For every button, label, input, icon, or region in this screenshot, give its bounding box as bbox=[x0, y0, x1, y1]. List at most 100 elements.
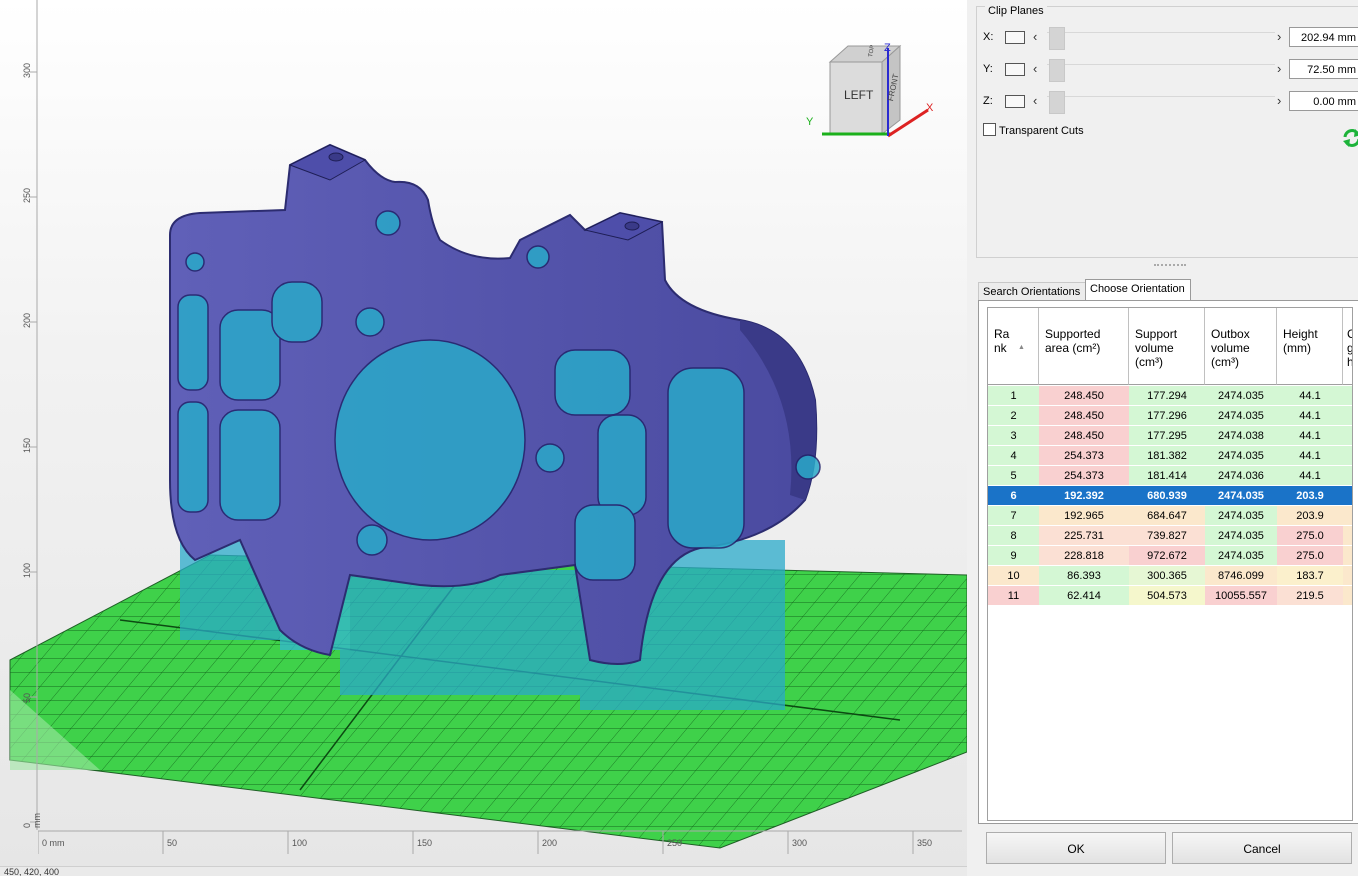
column-header-outbox-volume[interactable]: Outbox volume (cm³) bbox=[1205, 308, 1277, 385]
column-header-rank[interactable]: Ra nk bbox=[988, 308, 1039, 385]
cell-support-volume: 177.294 bbox=[1129, 386, 1205, 406]
cell-height: 44.1 bbox=[1277, 446, 1343, 466]
clip-slider-track[interactable] bbox=[1047, 64, 1275, 77]
cell-rank: 10 bbox=[988, 566, 1039, 586]
cell-truncated bbox=[1343, 546, 1352, 566]
clip-enable-checkbox[interactable] bbox=[1005, 63, 1025, 76]
clip-planes-group: Clip Planes X: ‹ › 202.94 mm Y: ‹ › 72.5… bbox=[976, 5, 1358, 258]
axis-label-x: X bbox=[926, 102, 934, 114]
orientation-table[interactable]: Ra nk ▲ Supported area (cm²) Support vol… bbox=[987, 307, 1353, 821]
tab-search-orientations[interactable]: Search Orientations bbox=[978, 282, 1088, 301]
ruler-label: 0 mm bbox=[42, 838, 65, 848]
ruler-label: 150 bbox=[22, 437, 32, 453]
ruler-label: 100 bbox=[292, 838, 308, 848]
cell-outbox-volume: 2474.035 bbox=[1205, 446, 1277, 466]
clip-slider-thumb[interactable] bbox=[1049, 59, 1065, 82]
table-row[interactable]: 1 248.450 177.294 2474.035 44.1 bbox=[988, 386, 1352, 406]
ruler-label: 200 bbox=[542, 838, 558, 848]
clip-slider-track[interactable] bbox=[1047, 96, 1275, 109]
cell-rank: 5 bbox=[988, 466, 1039, 486]
checkbox-box[interactable] bbox=[983, 123, 996, 136]
cell-rank: 6 bbox=[988, 486, 1039, 506]
cell-supported-area: 192.392 bbox=[1039, 486, 1129, 506]
ruler-label: 50 bbox=[167, 838, 178, 848]
chevron-left-icon[interactable]: ‹ bbox=[1033, 61, 1037, 76]
cancel-button[interactable]: Cancel bbox=[1172, 832, 1352, 864]
axis-label-z: Z bbox=[884, 42, 891, 54]
cell-support-volume: 181.414 bbox=[1129, 466, 1205, 486]
column-header-support-volume[interactable]: Support volume (cm³) bbox=[1129, 308, 1205, 385]
table-row[interactable]: 3 248.450 177.295 2474.038 44.1 bbox=[988, 426, 1352, 446]
right-panel: Clip Planes X: ‹ › 202.94 mm Y: ‹ › 72.5… bbox=[970, 0, 1358, 876]
cell-supported-area: 192.965 bbox=[1039, 506, 1129, 526]
cell-height: 275.0 bbox=[1277, 546, 1343, 566]
ruler-label: 250 bbox=[667, 838, 683, 848]
ok-button[interactable]: OK bbox=[986, 832, 1166, 864]
3d-viewport[interactable]: LEFT FRONT TOP Y X Z 300 250 200 150 100… bbox=[0, 0, 967, 876]
cell-truncated bbox=[1343, 506, 1352, 526]
refresh-icon[interactable] bbox=[1341, 127, 1358, 149]
cell-supported-area: 228.818 bbox=[1039, 546, 1129, 566]
vertical-ruler: 300 250 200 150 100 50 0 mm bbox=[10, 0, 42, 830]
cell-support-volume: 684.647 bbox=[1129, 506, 1205, 526]
transparent-cuts-label: Transparent Cuts bbox=[999, 125, 1084, 137]
table-row[interactable]: 10 86.393 300.365 8746.099 183.7 bbox=[988, 566, 1352, 586]
cell-rank: 2 bbox=[988, 406, 1039, 426]
clip-slider-track[interactable] bbox=[1047, 32, 1275, 45]
clip-slider-thumb[interactable] bbox=[1049, 27, 1065, 50]
ruler-label: 0 mm bbox=[22, 813, 42, 828]
table-row[interactable]: 2 248.450 177.296 2474.035 44.1 bbox=[988, 406, 1352, 426]
cell-truncated bbox=[1343, 466, 1352, 486]
clip-value-field[interactable]: 72.50 mm bbox=[1289, 59, 1358, 79]
tab-choose-orientation[interactable]: Choose Orientation bbox=[1085, 279, 1191, 301]
clip-enable-checkbox[interactable] bbox=[1005, 31, 1025, 44]
clip-value-field[interactable]: 0.00 mm bbox=[1289, 91, 1358, 111]
cell-rank: 9 bbox=[988, 546, 1039, 566]
cell-height: 183.7 bbox=[1277, 566, 1343, 586]
ruler-label: 300 bbox=[792, 838, 808, 848]
cell-outbox-volume: 2474.035 bbox=[1205, 486, 1277, 506]
cell-supported-area: 86.393 bbox=[1039, 566, 1129, 586]
cell-supported-area: 254.373 bbox=[1039, 446, 1129, 466]
cube-face-left[interactable]: LEFT bbox=[844, 88, 873, 102]
chevron-right-icon[interactable]: › bbox=[1277, 29, 1281, 44]
table-row[interactable]: 4 254.373 181.382 2474.035 44.1 bbox=[988, 446, 1352, 466]
column-header-supported-area[interactable]: Supported area (cm²) bbox=[1039, 308, 1129, 385]
clip-slider-thumb[interactable] bbox=[1049, 91, 1065, 114]
clip-enable-checkbox[interactable] bbox=[1005, 95, 1025, 108]
chevron-left-icon[interactable]: ‹ bbox=[1033, 93, 1037, 108]
clip-value-field[interactable]: 202.94 mm bbox=[1289, 27, 1358, 47]
cell-truncated bbox=[1343, 526, 1352, 546]
column-header-truncated[interactable]: C g h bbox=[1343, 308, 1352, 385]
horizontal-ruler: 0 mm 50 100 150 200 250 300 350 bbox=[38, 830, 962, 858]
chevron-right-icon[interactable]: › bbox=[1277, 61, 1281, 76]
cell-truncated bbox=[1343, 426, 1352, 446]
cell-outbox-volume: 2474.035 bbox=[1205, 526, 1277, 546]
column-header-height[interactable]: Height (mm) bbox=[1277, 308, 1343, 385]
splitter-handle[interactable] bbox=[1154, 264, 1186, 270]
chevron-left-icon[interactable]: ‹ bbox=[1033, 29, 1037, 44]
clip-planes-title: Clip Planes bbox=[985, 5, 1047, 17]
cell-height: 44.1 bbox=[1277, 386, 1343, 406]
sort-ascending-icon: ▲ bbox=[1018, 344, 1025, 351]
table-row[interactable]: 11 62.414 504.573 10055.557 219.5 bbox=[988, 586, 1352, 606]
cell-truncated bbox=[1343, 386, 1352, 406]
table-row[interactable]: 5 254.373 181.414 2474.036 44.1 bbox=[988, 466, 1352, 486]
table-row[interactable]: 6 192.392 680.939 2474.035 203.9 bbox=[988, 486, 1352, 506]
chevron-right-icon[interactable]: › bbox=[1277, 93, 1281, 108]
transparent-cuts-checkbox[interactable]: Transparent Cuts bbox=[983, 123, 1084, 137]
cell-support-volume: 300.365 bbox=[1129, 566, 1205, 586]
clip-row-x: X: ‹ › 202.94 mm bbox=[977, 27, 1358, 50]
table-row[interactable]: 7 192.965 684.647 2474.035 203.9 bbox=[988, 506, 1352, 526]
cell-support-volume: 504.573 bbox=[1129, 586, 1205, 606]
clip-axis-label: X: bbox=[983, 31, 994, 43]
status-coordinates: 450, 420, 400 bbox=[4, 867, 60, 876]
cell-support-volume: 181.382 bbox=[1129, 446, 1205, 466]
table-row[interactable]: 8 225.731 739.827 2474.035 275.0 bbox=[988, 526, 1352, 546]
clip-axis-label: Z: bbox=[983, 95, 993, 107]
cell-rank: 4 bbox=[988, 446, 1039, 466]
cell-rank: 11 bbox=[988, 586, 1039, 606]
clip-row-z: Z: ‹ › 0.00 mm bbox=[977, 91, 1358, 114]
table-row[interactable]: 9 228.818 972.672 2474.035 275.0 bbox=[988, 546, 1352, 566]
view-cube[interactable]: LEFT FRONT TOP Y X Z bbox=[800, 40, 940, 140]
